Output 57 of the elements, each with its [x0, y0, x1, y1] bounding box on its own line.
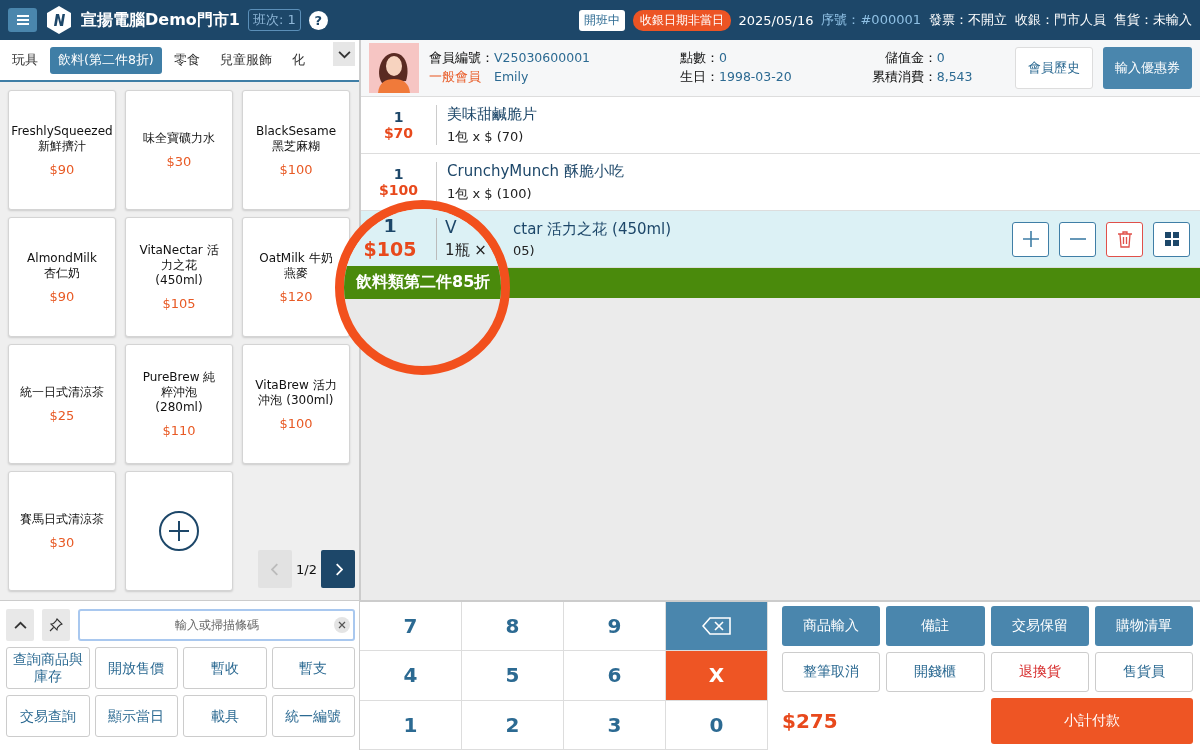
- product-name: OatMilk 牛奶燕麥: [258, 250, 334, 281]
- page-indicator: 1/2: [296, 561, 317, 577]
- stored-value: 0: [936, 50, 946, 67]
- item-quantity: 1: [393, 109, 404, 125]
- member-level: 一般會員: [429, 69, 482, 86]
- total-amount: $275: [782, 709, 839, 733]
- product-price: $105: [162, 296, 196, 311]
- shift-status-badge: 開班中: [578, 9, 625, 31]
- total-spent-label: 累積消費：: [871, 69, 937, 86]
- invoice-status: 發票：不開立: [929, 11, 1007, 29]
- product-name: PureBrew 純粹沖泡 (280ml): [141, 370, 217, 415]
- date-text: 2025/05/16: [738, 12, 814, 28]
- seller-name: 售貨：未輸入: [1114, 11, 1192, 29]
- product-price: $90: [49, 288, 75, 304]
- points-value: 0: [719, 50, 728, 67]
- cashier-name: 收銀：門市人員: [1015, 11, 1106, 29]
- product-name: BlackSesame 黑芝麻糊: [254, 123, 338, 154]
- product-name: AlmondMilk 杏仁奶: [26, 250, 98, 281]
- product-price: $30: [49, 535, 75, 550]
- item-name: ctar 活力之花 (450ml): [513, 220, 673, 239]
- product-name: 統一日式清涼茶: [20, 385, 104, 400]
- product-price: $100: [279, 415, 313, 431]
- item-name: CrunchyMunch 酥脆小吃: [447, 161, 625, 181]
- shift-badge: 班次: 1: [247, 9, 301, 31]
- birthday-label: 生日：: [680, 69, 720, 86]
- total-spent-value: 8,543: [936, 69, 973, 86]
- item-detail: 1包 x $ (100): [447, 184, 533, 203]
- item-name: 美味甜鹹脆片: [447, 104, 538, 124]
- product-price: $25: [49, 408, 75, 423]
- product-name: VitaNectar 活力之花 (450ml): [138, 243, 220, 288]
- item-price: $100: [379, 182, 418, 198]
- product-price: $90: [49, 161, 75, 177]
- product-price: $110: [162, 423, 196, 438]
- store-name: 宣揚電腦Demo門市1: [81, 9, 240, 31]
- promotion-label: 飲料類第二件85折: [356, 272, 491, 293]
- item-price: $70: [383, 125, 414, 141]
- item-name: V: [445, 217, 458, 237]
- product-name: FreshlySqueezed 新鮮擠汁: [11, 123, 113, 154]
- product-name: 賽馬日式清涼茶: [20, 512, 104, 527]
- item-detail: 05): [513, 243, 536, 258]
- item-detail: 1瓶 ×: [445, 241, 487, 260]
- item-price: $105: [363, 238, 417, 260]
- member-id: V25030600001: [494, 50, 591, 67]
- date-warning-badge: 收銀日期非當日: [632, 9, 731, 31]
- stored-value-label: 儲值金：: [883, 50, 937, 67]
- product-price: $100: [279, 161, 313, 177]
- points-label: 點數：: [680, 50, 720, 67]
- item-quantity: 1: [393, 166, 404, 182]
- product-price: $120: [279, 288, 313, 304]
- product-name: 味全寶礦力水: [143, 131, 215, 146]
- product-name: VitaBrew 活力沖泡 (300ml): [254, 377, 338, 408]
- member-id-label: 會員編號：: [429, 50, 494, 67]
- product-price: $30: [166, 154, 192, 169]
- item-detail: 1包 x $ (70): [447, 127, 525, 146]
- serial-number: 序號：#000001: [821, 11, 921, 29]
- birthday-value: 1998-03-20: [719, 69, 792, 86]
- member-name: Emily: [494, 69, 530, 86]
